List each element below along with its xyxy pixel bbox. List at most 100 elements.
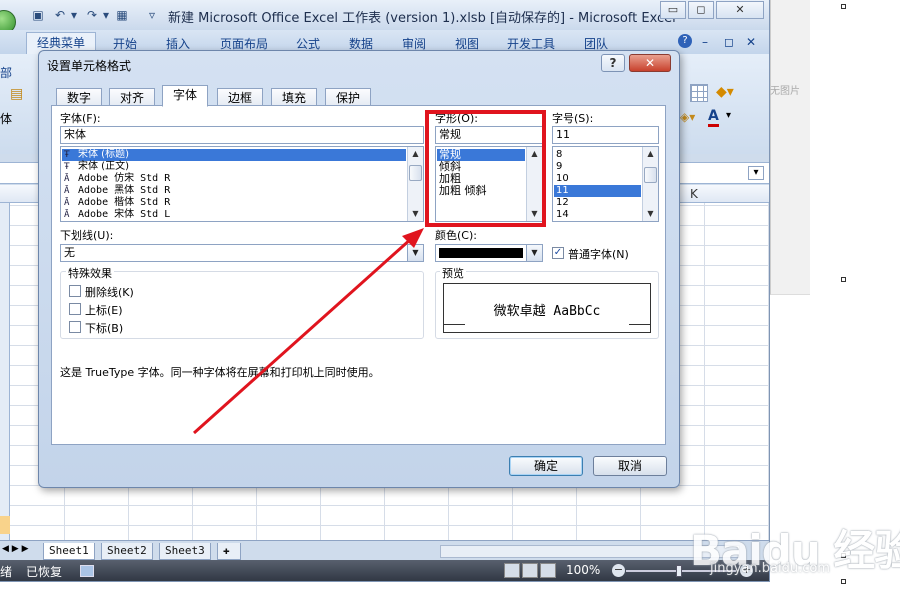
font-type-icon: Ŧ	[64, 162, 70, 172]
color-select[interactable]: ▼	[435, 244, 543, 262]
preview-baseline-right	[629, 324, 651, 325]
list-item[interactable]: 9	[554, 161, 641, 173]
dropdown-arrow-icon[interactable]: ▼	[526, 245, 542, 261]
dialog-close-button[interactable]: ✕	[629, 54, 671, 72]
page-break-view-icon[interactable]	[540, 563, 556, 578]
list-item[interactable]: Ā Adobe 宋体 Std L	[62, 209, 406, 221]
customize-qat-icon[interactable]: ▿	[144, 7, 160, 23]
font-description: 这是 TrueType 字体。同一种字体将在屏幕和打印机上同时使用。	[60, 366, 380, 379]
borders-icon[interactable]	[690, 84, 708, 102]
underline-value: 无	[64, 246, 75, 259]
list-item[interactable]: 11	[554, 185, 641, 197]
dropdown-arrow-icon[interactable]: ▾	[66, 7, 82, 23]
scroll-up-icon[interactable]: ▲	[408, 147, 423, 161]
no-picture-label: 无图片	[770, 86, 800, 97]
dropdown-arrow-icon[interactable]: ▾	[726, 110, 731, 121]
ribbon-label: 体	[0, 112, 13, 126]
strikethrough-checkbox[interactable]	[69, 285, 81, 297]
dialog-help-button[interactable]: ?	[601, 54, 625, 72]
zoom-thumb[interactable]	[676, 565, 682, 577]
font-size-scrollbar[interactable]: ▲ ▼	[642, 147, 658, 221]
insert-sheet-icon[interactable]: ✚	[217, 543, 241, 560]
format-cells-dialog: 设置单元格格式 ? ✕ 数字 对齐 字体 边框 填充 保护 字体(F): 宋体 …	[38, 50, 680, 488]
close-workbook-icon[interactable]: ✕	[746, 35, 756, 49]
scroll-down-icon[interactable]: ▼	[408, 207, 423, 221]
normal-font-checkbox[interactable]: ✓	[552, 247, 564, 259]
sheet-nav-icon[interactable]: ◀ ▶ ▶	[2, 544, 29, 554]
list-item[interactable]: Ā Adobe 楷体 Std R	[62, 197, 406, 209]
resize-handle[interactable]	[841, 277, 846, 282]
effects-label: 特殊效果	[66, 265, 114, 281]
sheet-tab-3[interactable]: Sheet3	[159, 543, 211, 560]
sheet-tab-2[interactable]: Sheet2	[101, 543, 153, 560]
subscript-checkbox[interactable]	[69, 321, 81, 333]
ok-button[interactable]: 确定	[509, 456, 583, 476]
font-type-icon: Ā	[64, 198, 70, 208]
color-swatch	[439, 248, 523, 258]
list-item[interactable]: Ā Adobe 黑体 Std R	[62, 185, 406, 197]
zoom-level[interactable]: 100%	[566, 563, 600, 577]
help-icon[interactable]: ?	[678, 34, 692, 48]
list-item[interactable]: 8	[554, 149, 641, 161]
close-window-button[interactable]: ✕	[716, 1, 764, 19]
save-icon[interactable]: ▣	[30, 7, 46, 23]
fill-color-icon[interactable]: ◈▾	[680, 110, 695, 124]
selected-row-header[interactable]	[0, 516, 10, 534]
preview-baseline-left	[443, 324, 465, 325]
font-type-icon: Ŧ	[64, 150, 70, 160]
sheet-tab-1[interactable]: Sheet1	[43, 543, 95, 560]
minimize-ribbon-icon[interactable]: –	[702, 35, 708, 49]
font-size-input[interactable]: 11	[552, 126, 659, 144]
scroll-thumb[interactable]	[644, 167, 657, 183]
font-label: 字体(F):	[60, 112, 101, 125]
font-input[interactable]: 宋体	[60, 126, 424, 144]
scroll-thumb[interactable]	[409, 165, 422, 181]
list-item[interactable]: 10	[554, 173, 641, 185]
highlight-box	[425, 110, 546, 227]
font-list-scrollbar[interactable]: ▲ ▼	[407, 147, 423, 221]
list-item[interactable]: Ŧ 宋体 (标题)	[62, 149, 406, 161]
font-size-list[interactable]: 8 9 10 11 12 14 ▲ ▼	[552, 146, 659, 222]
list-item[interactable]: 14	[554, 209, 641, 221]
subscript-label: 下标(B)	[85, 322, 124, 335]
font-tab-panel: 字体(F): 宋体 Ŧ 宋体 (标题) Ŧ 宋体 (正文) Ā Adobe 仿宋 St…	[51, 105, 666, 445]
conditional-format-icon[interactable]: ◆▾	[716, 84, 734, 100]
dropdown-arrow-icon[interactable]: ▾	[98, 7, 114, 23]
list-item[interactable]: Ā Adobe 仿宋 Std R	[62, 173, 406, 185]
background-panel	[770, 0, 810, 295]
paste-icon[interactable]: ▤	[10, 86, 23, 102]
dropdown-arrow-icon[interactable]: ▼	[407, 245, 423, 261]
row-headers	[0, 203, 10, 540]
zoom-out-icon[interactable]: −	[612, 564, 625, 577]
list-item[interactable]: 12	[554, 197, 641, 209]
status-ready: 绪	[0, 565, 13, 579]
font-list[interactable]: Ŧ 宋体 (标题) Ŧ 宋体 (正文) Ā Adobe 仿宋 Std R Ā Adobe…	[60, 146, 424, 222]
window-title: 新建 Microsoft Office Excel 工作表 (version 1…	[168, 11, 676, 26]
superscript-checkbox[interactable]	[69, 303, 81, 315]
resize-handle[interactable]	[841, 4, 846, 9]
status-bar: 绪 已恢复 100% − +	[0, 560, 769, 581]
font-size-label: 字号(S):	[552, 112, 594, 125]
sheet-tab-bar: ◀ ▶ ▶ Sheet1 Sheet2 Sheet3 ✚	[0, 540, 769, 560]
preview-label: 预览	[440, 265, 466, 281]
restore-ribbon-icon[interactable]: ◻	[724, 35, 734, 49]
color-label: 颜色(C):	[435, 229, 477, 242]
minimize-button[interactable]: ▭	[660, 1, 686, 19]
page-layout-view-icon[interactable]	[522, 563, 538, 578]
macro-record-icon[interactable]	[80, 565, 94, 577]
list-item[interactable]: Ŧ 宋体 (正文)	[62, 161, 406, 173]
expand-formula-bar-icon[interactable]: ▾	[748, 166, 764, 180]
tab-font[interactable]: 字体	[162, 85, 209, 107]
font-color-icon[interactable]: A	[708, 108, 719, 127]
normal-view-icon[interactable]	[504, 563, 520, 578]
scroll-down-icon[interactable]: ▼	[643, 207, 658, 221]
scroll-up-icon[interactable]: ▲	[643, 147, 658, 161]
chart-icon[interactable]: ▦	[114, 7, 130, 23]
preview-box: 微软卓越 AaBbCc	[443, 283, 651, 333]
column-header-k[interactable]: K	[690, 187, 698, 201]
cancel-button[interactable]: 取消	[593, 456, 667, 476]
normal-font-label: 普通字体(N)	[568, 248, 629, 261]
restore-button[interactable]: ◻	[688, 1, 714, 19]
strikethrough-label: 删除线(K)	[85, 286, 134, 299]
underline-select[interactable]: 无 ▼	[60, 244, 424, 262]
